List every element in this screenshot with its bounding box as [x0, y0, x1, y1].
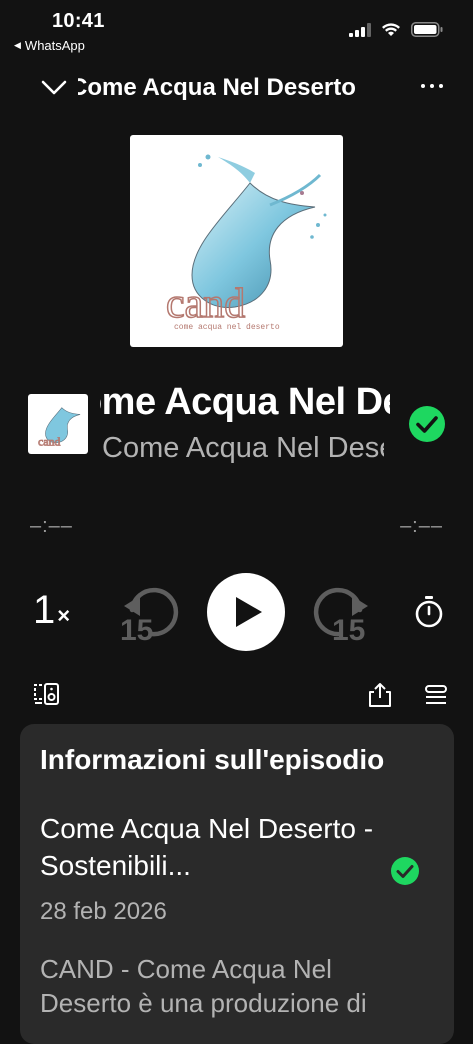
sleep-timer-icon[interactable] [414, 595, 444, 629]
status-time: 10:41 [52, 10, 105, 32]
artwork-logo: cand [166, 281, 245, 327]
connect-device-icon[interactable] [32, 682, 60, 706]
queue-icon[interactable] [424, 684, 448, 706]
thumbnail-artwork: cand [38, 407, 81, 449]
forward-15-icon[interactable]: 15 [310, 580, 374, 644]
signal-icon [349, 22, 371, 37]
episode-artwork: cand come acqua nel deserto [130, 135, 343, 347]
back-app-label: WhatsApp [24, 38, 85, 53]
forward-15-label: 15 [332, 614, 365, 644]
share-icon[interactable] [368, 682, 392, 708]
artwork-tagline: come acqua nel deserto [174, 323, 280, 332]
rewind-15-label: 15 [120, 614, 153, 644]
back-to-app-link[interactable]: ◀ WhatsApp [14, 38, 85, 53]
svg-text:cand: cand [38, 434, 60, 448]
back-arrow-icon: ◀ [14, 40, 21, 50]
rewind-15-icon[interactable]: 15 [118, 580, 182, 644]
info-card-heading: Informazioni sull'episodio [40, 744, 385, 775]
info-card-description: CAND - Come Acqua Nel Deserto è una prod… [40, 954, 367, 1018]
show-name[interactable]: Come Acqua Nel Deserto [102, 428, 384, 468]
playback-speed-button[interactable]: 1 × [33, 588, 70, 633]
header-title-marquee: Come Acqua Nel Deserto [78, 72, 398, 104]
header-title: Come Acqua Nel Deserto [78, 74, 356, 101]
episode-title-marquee: Come Acqua Nel Deserto [100, 378, 390, 426]
battery-icon [411, 22, 443, 37]
episode-thumbnail: cand [28, 394, 88, 454]
wifi-icon [382, 23, 400, 36]
status-icons [349, 22, 443, 37]
speed-suffix: × [57, 603, 71, 628]
card-saved-check-icon[interactable] [390, 856, 420, 886]
saved-check-icon[interactable] [408, 405, 446, 443]
elapsed-time: –:–– [30, 515, 73, 537]
chevron-down-icon[interactable] [40, 76, 68, 98]
info-card-date: 28 feb 2026 [40, 898, 167, 925]
water-drop-artwork: cand come acqua nel deserto [165, 154, 327, 332]
play-button[interactable] [207, 573, 285, 651]
info-card-episode-title[interactable]: Come Acqua Nel Deserto - Sostenibili... [40, 810, 380, 884]
play-icon [236, 597, 262, 627]
episode-title: Come Acqua Nel Deserto [100, 381, 390, 423]
remaining-time: –:–– [400, 515, 443, 537]
speed-value: 1 [33, 588, 56, 632]
more-icon[interactable] [421, 84, 443, 88]
show-name-marquee[interactable]: Come Acqua Nel Deserto [102, 428, 384, 468]
